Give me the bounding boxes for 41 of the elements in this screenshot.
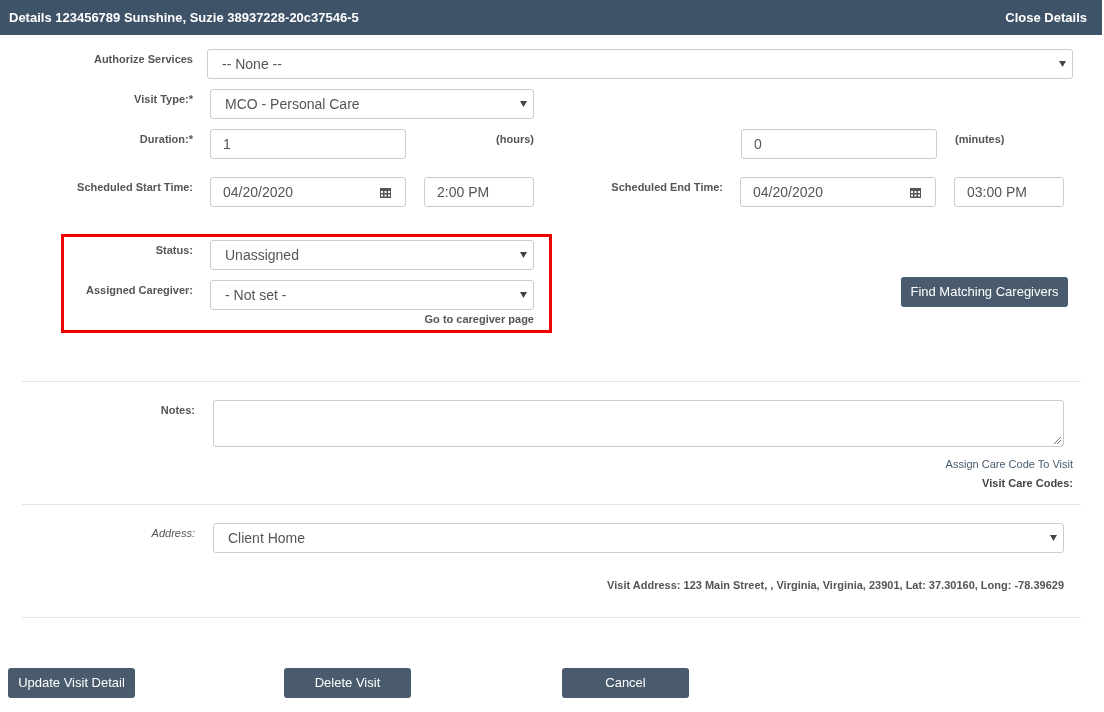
hours-unit: (hours) — [495, 132, 534, 147]
calendar-icon — [910, 186, 921, 198]
action-button[interactable]: Update Visit Detail — [8, 667, 135, 698]
caret-icon — [520, 252, 527, 258]
header-title: Details 123456789 Sunshine, Suzie 38937228-20c37546-5 — [9, 8, 359, 27]
notes-textarea[interactable] — [213, 400, 1064, 447]
status-select[interactable]: Unassigned — [210, 240, 534, 270]
address-select[interactable]: Client Home — [213, 523, 1064, 553]
minutes-unit: (minutes) — [955, 132, 1005, 147]
field-label: Visit Type:* — [133, 92, 193, 107]
close-details-link[interactable]: Close Details — [1005, 7, 1087, 28]
caret-icon — [520, 292, 527, 298]
field-label: Authorize Services — [92, 52, 193, 67]
field-label: Scheduled End Time: — [610, 180, 723, 195]
caret-icon — [1059, 61, 1066, 67]
care-codes-label: Visit Care Codes: — [982, 475, 1073, 491]
hours-input[interactable]: 1 — [210, 129, 406, 159]
action-button[interactable]: Delete Visit — [284, 667, 411, 698]
field-label: Scheduled Start Time: — [76, 180, 193, 195]
resize-grip-icon — [1053, 436, 1061, 444]
field-label: Assigned Caregiver: — [85, 283, 193, 298]
end-time-input[interactable]: 03:00 PM — [954, 177, 1064, 207]
field-label: Status: — [154, 243, 193, 258]
end-date-input[interactable]: 04/20/2020 — [740, 177, 936, 207]
authorize-services-select[interactable]: -- None -- — [207, 49, 1073, 79]
field-label: Duration:* — [138, 132, 193, 147]
caregiver-select[interactable]: - Not set - — [210, 280, 534, 310]
calendar-icon — [380, 186, 391, 198]
start-date-input[interactable]: 04/20/2020 — [210, 177, 406, 207]
visit-address-text: Visit Address: 123 Main Street, , Virginia, Virginia, 23901, Lat: 37.30160, Long: -78.39629 — [607, 578, 1064, 593]
action-button[interactable]: Find Matching Caregivers — [901, 277, 1068, 307]
start-time-input[interactable]: 2:00 PM — [424, 177, 534, 207]
assign-care-code-link[interactable]: Assign Care Code To Visit — [945, 456, 1073, 473]
action-button[interactable]: Cancel — [562, 667, 689, 698]
caret-icon — [1050, 535, 1057, 541]
minutes-input[interactable]: 0 — [741, 129, 937, 159]
caret-icon — [520, 101, 527, 107]
visit-type-select[interactable]: MCO - Personal Care — [210, 89, 534, 119]
field-label: Notes: — [159, 403, 195, 418]
caregiver-page-link[interactable]: Go to caregiver page — [424, 311, 534, 328]
field-label: Address: — [150, 526, 195, 541]
